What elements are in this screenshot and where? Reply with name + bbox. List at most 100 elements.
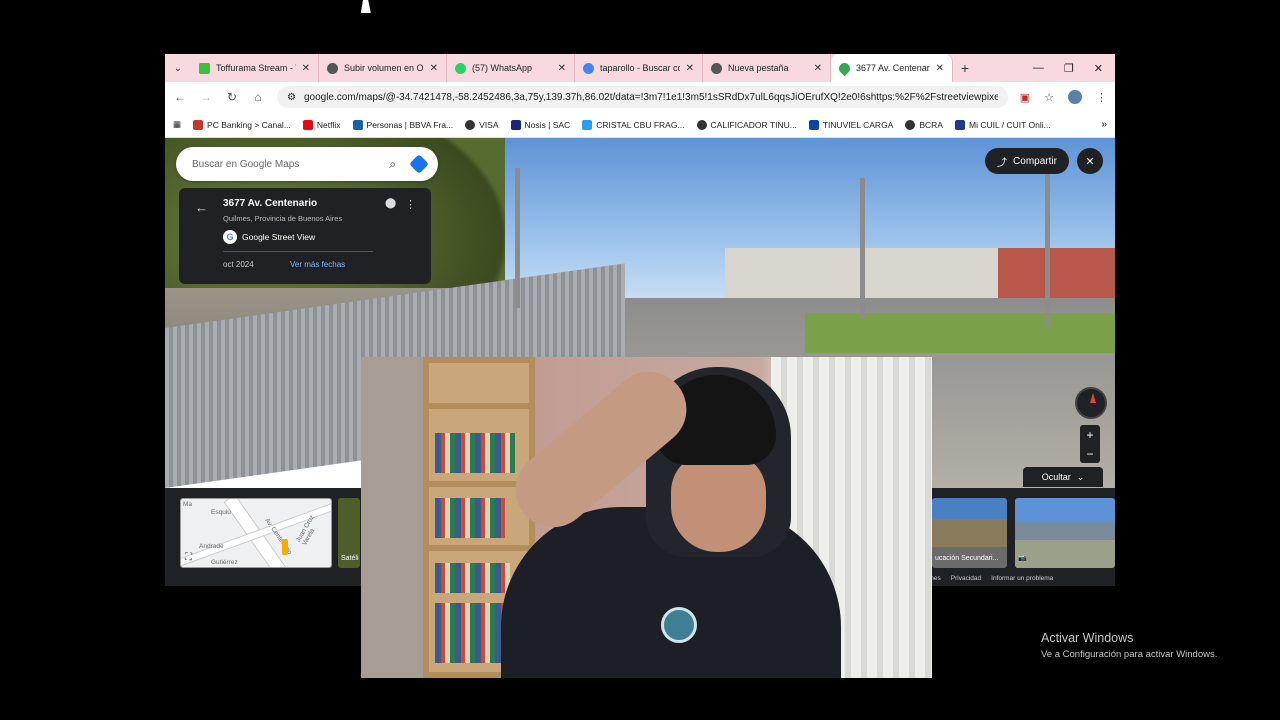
street-label: Andrade: [199, 543, 224, 550]
windows-activation-watermark: Activar Windows Ve a Configuración para …: [1041, 631, 1217, 660]
restore-icon[interactable]: ❐: [1064, 62, 1074, 75]
more-dates-link[interactable]: Ver más fechas: [290, 260, 345, 269]
bookmark-item[interactable]: CALIFICADOR TINU...: [696, 119, 797, 130]
close-icon[interactable]: ✕: [814, 63, 822, 74]
tab-obs-volume[interactable]: Subir volumen en OB ✕: [319, 54, 447, 82]
back-icon[interactable]: ←: [173, 90, 187, 104]
close-street-view-button[interactable]: ✕: [1077, 148, 1103, 174]
mouse-cursor: [360, 0, 374, 13]
utility-pole: [1045, 158, 1050, 328]
reload-icon[interactable]: ↻: [225, 90, 239, 104]
tab-label: Subir volumen en OB: [344, 63, 424, 73]
photo-thumbnail[interactable]: 📷: [1015, 498, 1115, 568]
tab-search-button[interactable]: ⌄: [165, 63, 191, 74]
close-window-icon[interactable]: ✕: [1094, 62, 1103, 75]
shelf-books: [435, 498, 505, 538]
forward-icon[interactable]: →: [199, 90, 213, 104]
bookmark-item[interactable]: Netflix: [302, 119, 341, 130]
tab-new-tab[interactable]: Nueva pestaña ✕: [703, 54, 831, 82]
activation-subtitle: Ve a Configuración para activar Windows.: [1041, 649, 1218, 660]
photo-thumbnail[interactable]: ucación Secundari...: [932, 498, 1007, 568]
tab-label: Nueva pestaña: [728, 63, 789, 73]
tab-label: (57) WhatsApp: [472, 63, 533, 73]
bookmarks-bar: ▦ PC Banking > Canal... Netflix Personas…: [165, 112, 1115, 138]
close-icon[interactable]: ✕: [936, 63, 944, 74]
google-logo-icon: G: [223, 230, 237, 244]
more-bookmarks-icon[interactable]: »: [1101, 119, 1107, 130]
bookmark-item[interactable]: CRISTAL CBU FRAG...: [582, 119, 685, 130]
globe-icon: [905, 119, 916, 130]
bookmark-item[interactable]: Nosis | SAC: [510, 119, 570, 130]
new-tab-button[interactable]: +: [953, 60, 977, 76]
privacy-link[interactable]: Privacidad: [951, 575, 981, 582]
bookmark-label: CALIFICADOR TINU...: [710, 119, 797, 130]
shelf-books: [435, 433, 515, 473]
bookmark-item[interactable]: Personas | BBVA Fra...: [352, 119, 453, 130]
nosis-icon: [510, 119, 521, 130]
chrome-favicon-icon: [711, 62, 722, 74]
shelf-books: [435, 563, 510, 593]
apps-grid-icon[interactable]: ▦: [173, 119, 181, 130]
tab-strip: ⌄ Toffurama Stream - V ✕ Subir volumen e…: [165, 54, 1115, 82]
bookmark-star-icon[interactable]: ☆: [1044, 91, 1054, 104]
globe-icon: [465, 119, 476, 130]
street-view-info-card: ← 3677 Av. Centenario Quilmes, Provincia…: [179, 188, 431, 284]
search-icon[interactable]: ⌕: [389, 157, 396, 172]
site-info-icon[interactable]: ⚙: [287, 92, 296, 103]
share-icon: ⤴: [997, 157, 1008, 169]
report-problem-link[interactable]: Informar un problema: [991, 575, 1053, 582]
bookmark-label: BCRA: [919, 119, 943, 130]
pegman-icon[interactable]: [282, 539, 288, 555]
close-icon[interactable]: ✕: [302, 63, 310, 74]
back-arrow-icon[interactable]: ←: [195, 200, 208, 215]
profile-avatar[interactable]: [1068, 90, 1082, 104]
window-controls: — ❐ ✕: [1033, 62, 1115, 75]
mini-map[interactable]: Esquiú Av. Centenario Juan Cruz Varela A…: [180, 498, 332, 568]
hide-label: Ocultar: [1041, 472, 1071, 482]
zoom-in-button[interactable]: +: [1086, 428, 1093, 442]
bookmark-item[interactable]: VISA: [465, 119, 499, 130]
shelf-board: [429, 481, 529, 487]
expand-icon[interactable]: ⛶: [185, 552, 192, 563]
cuil-icon: [954, 119, 965, 130]
divider: [223, 251, 373, 252]
menu-dots-icon[interactable]: ⋮: [1096, 91, 1107, 104]
bookmark-label: PC Banking > Canal...: [207, 119, 291, 130]
tab-label: taparollo - Buscar co: [600, 63, 680, 73]
close-icon[interactable]: ✕: [686, 63, 694, 74]
hide-filmstrip-button[interactable]: Ocultar ⌄: [1023, 467, 1103, 487]
street-label: Esquiú: [211, 509, 231, 516]
tab-toffurama[interactable]: Toffurama Stream - V ✕: [191, 54, 319, 82]
home-icon[interactable]: ⌂: [251, 90, 265, 104]
tab-whatsapp[interactable]: (57) WhatsApp ✕: [447, 54, 575, 82]
bookmark-item[interactable]: TINUVIEL CARGA: [808, 119, 894, 130]
close-icon: ✕: [1085, 155, 1095, 168]
thumbnail-label: ucación Secundari...: [935, 555, 999, 562]
bookmark-item[interactable]: PC Banking > Canal...: [193, 119, 291, 130]
cast-icon[interactable]: ▣: [1020, 91, 1030, 104]
capture-date: oct 2024: [223, 260, 254, 269]
bookmark-favicon-icon: [193, 119, 204, 130]
share-button[interactable]: ⤴ Compartir: [985, 148, 1069, 174]
bbva-icon: [352, 119, 363, 130]
url-input[interactable]: ⚙ google.com/maps/@-34.7421478,-58.24524…: [277, 86, 1008, 108]
more-options-icon[interactable]: ⋮: [405, 198, 416, 211]
bookmark-label: TINUVIEL CARGA: [822, 119, 894, 130]
hoodie-logo: [661, 607, 697, 643]
bookmark-item[interactable]: BCRA: [905, 119, 943, 130]
location-pin-icon[interactable]: ⬤: [385, 198, 396, 209]
tab-google-maps[interactable]: 3677 Av. Centenario ✕: [831, 54, 953, 82]
close-icon[interactable]: ✕: [558, 63, 566, 74]
netflix-icon: [302, 119, 313, 130]
shelf-board: [429, 403, 529, 409]
shelf-board: [429, 545, 529, 551]
minimize-icon[interactable]: —: [1033, 62, 1044, 75]
close-icon[interactable]: ✕: [430, 63, 438, 74]
satellite-thumbnail[interactable]: Satéli: [338, 498, 360, 568]
directions-icon[interactable]: [409, 154, 429, 174]
tab-google-search[interactable]: taparollo - Buscar co ✕: [575, 54, 703, 82]
zoom-out-button[interactable]: −: [1086, 447, 1093, 461]
maps-search-box[interactable]: Buscar en Google Maps ⌕: [176, 147, 438, 181]
bookmark-item[interactable]: Mi CUIL / CUIT Onli...: [954, 119, 1051, 130]
compass-icon[interactable]: [1075, 387, 1107, 419]
